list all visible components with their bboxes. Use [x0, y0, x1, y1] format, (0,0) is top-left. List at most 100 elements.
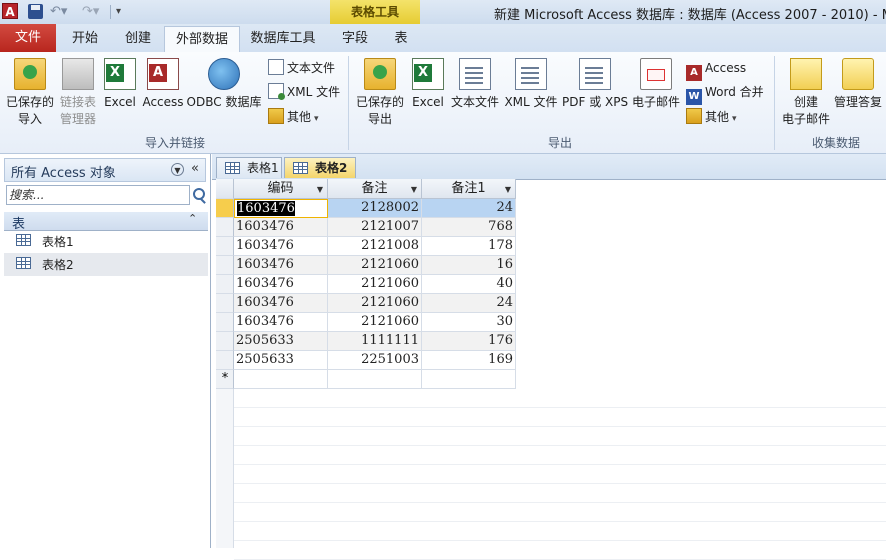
tab-table[interactable]: 表 — [386, 26, 416, 51]
collapse-pane-icon[interactable]: « — [191, 161, 199, 176]
table-cell[interactable]: 1603476 — [234, 313, 328, 332]
table-cell[interactable]: 1111111 — [328, 332, 422, 351]
export-word-merge-button[interactable]: W Word 合并 — [686, 82, 764, 105]
import-xml-file-button[interactable]: XML 文件 — [268, 82, 340, 102]
table-cell[interactable]: 16 — [422, 256, 516, 275]
create-email-button[interactable]: 创建 电子邮件 — [780, 58, 832, 128]
table-cell[interactable]: 40 — [422, 275, 516, 294]
linked-table-manager-button[interactable]: 链接表 管理器 — [56, 58, 100, 128]
chevron-down-icon[interactable]: ▼ — [317, 180, 323, 199]
table-cell[interactable]: 2251003 — [328, 351, 422, 370]
customize-qat-icon[interactable]: ▾ — [116, 3, 126, 21]
search-icon[interactable] — [190, 185, 208, 205]
text-file-icon — [459, 58, 491, 90]
export-excel-button[interactable]: Excel — [410, 58, 446, 111]
table-cell[interactable]: 1603476 — [234, 237, 328, 256]
nav-pane-header[interactable]: 所有 Access 对象 ▼ « — [4, 158, 206, 182]
table-cell[interactable]: 24 — [422, 294, 516, 313]
import-access-button[interactable]: Access — [142, 58, 184, 111]
new-record-cell[interactable] — [328, 370, 422, 389]
nav-group-header-tables[interactable]: 表 ⌃ — [4, 212, 208, 232]
export-xml-file-button[interactable]: XML 文件 — [503, 58, 559, 111]
tab-file[interactable]: 文件 — [0, 24, 56, 52]
import-more-button[interactable]: 其他 ▾ — [268, 107, 319, 127]
table-cell[interactable]: 2121060 — [328, 313, 422, 332]
table-cell[interactable]: 1603476 — [234, 256, 328, 275]
empty-grid-line — [234, 446, 886, 465]
row-selector[interactable] — [216, 294, 234, 313]
table-cell[interactable]: 24 — [422, 199, 516, 218]
document-tab-table2[interactable]: 表格2 — [284, 157, 356, 178]
table-cell[interactable]: 2121060 — [328, 256, 422, 275]
tab-home[interactable]: 开始 — [62, 26, 108, 51]
table-cell[interactable]: 2121007 — [328, 218, 422, 237]
column-header-code[interactable]: 编码 ▼ — [234, 179, 328, 199]
select-all-corner[interactable] — [216, 179, 234, 199]
column-header-remark[interactable]: 备注 ▼ — [328, 179, 422, 199]
export-access-button[interactable]: A Access — [686, 58, 746, 81]
export-more-button[interactable]: 其他 ▾ — [686, 107, 737, 127]
table-cell[interactable]: 169 — [422, 351, 516, 370]
table-cell[interactable]: 2505633 — [234, 351, 328, 370]
table-cell[interactable]: 30 — [422, 313, 516, 332]
nav-item-table1[interactable]: 表格1 — [4, 230, 208, 253]
cell-value: 768 — [488, 219, 513, 234]
table-cell[interactable]: 1603476 — [234, 218, 328, 237]
row-selector[interactable] — [216, 351, 234, 370]
empty-grid-line — [234, 427, 886, 446]
access-app-icon[interactable]: A — [2, 3, 18, 19]
export-email-button[interactable]: 电子邮件 — [630, 58, 682, 111]
column-header-remark1[interactable]: 备注1 ▼ — [422, 179, 516, 199]
import-text-file-button[interactable]: 文本文件 — [268, 58, 335, 78]
tab-database-tools[interactable]: 数据库工具 — [246, 26, 320, 51]
export-pdf-xps-label: PDF 或 XPS — [562, 95, 629, 109]
export-text-file-button[interactable]: 文本文件 — [450, 58, 500, 111]
row-selector[interactable] — [216, 218, 234, 237]
table-cell[interactable]: 2121060 — [328, 275, 422, 294]
empty-grid-line — [234, 408, 886, 427]
new-record-cell[interactable] — [422, 370, 516, 389]
table-cell[interactable]: 2121060 — [328, 294, 422, 313]
saved-imports-button[interactable]: 已保存的 导入 — [4, 58, 56, 128]
import-odbc-button[interactable]: ODBC 数据库 — [186, 58, 262, 111]
row-selector[interactable] — [216, 313, 234, 332]
table-cell[interactable]: 178 — [422, 237, 516, 256]
table-cell[interactable]: 1603476 — [234, 199, 328, 218]
manage-replies-button[interactable]: 管理答复 — [832, 58, 884, 111]
chevron-down-icon[interactable]: ▼ — [505, 180, 511, 199]
import-excel-button[interactable]: Excel — [102, 58, 138, 111]
cell-value: 1603476 — [236, 257, 294, 272]
chevron-down-icon[interactable]: ▼ — [171, 163, 184, 176]
collapse-group-icon[interactable]: ⌃ — [188, 212, 197, 225]
cell-value: 2251003 — [361, 352, 419, 367]
nav-search-input[interactable]: 搜索... — [6, 185, 190, 205]
table-cell[interactable]: 1603476 — [234, 275, 328, 294]
table-cell[interactable]: 1603476 — [234, 294, 328, 313]
saved-imports-label-2: 导入 — [17, 112, 42, 126]
save-icon[interactable] — [28, 4, 43, 19]
undo-icon[interactable]: ↶▾ — [50, 3, 72, 21]
redo-icon[interactable]: ↷▾ — [82, 3, 104, 21]
tab-external-data[interactable]: 外部数据 — [164, 26, 240, 53]
table-cell[interactable]: 2128002 — [328, 199, 422, 218]
document-tab-table1[interactable]: 表格1 — [216, 157, 282, 178]
column-header-label: 备注1 — [451, 181, 486, 196]
saved-exports-button[interactable]: 已保存的 导出 — [354, 58, 406, 128]
table-cell[interactable]: 176 — [422, 332, 516, 351]
manage-replies-icon — [842, 58, 874, 90]
chevron-down-icon[interactable]: ▼ — [411, 180, 417, 199]
row-selector[interactable] — [216, 237, 234, 256]
nav-item-table2[interactable]: 表格2 — [4, 253, 208, 276]
row-selector[interactable] — [216, 199, 234, 218]
tab-fields[interactable]: 字段 — [334, 26, 376, 51]
table-cell[interactable]: 2505633 — [234, 332, 328, 351]
new-record-selector[interactable]: * — [216, 370, 234, 389]
row-selector[interactable] — [216, 275, 234, 294]
table-cell[interactable]: 768 — [422, 218, 516, 237]
tab-create[interactable]: 创建 — [116, 26, 160, 51]
row-selector[interactable] — [216, 332, 234, 351]
new-record-cell[interactable] — [234, 370, 328, 389]
row-selector[interactable] — [216, 256, 234, 275]
table-cell[interactable]: 2121008 — [328, 237, 422, 256]
export-pdf-xps-button[interactable]: PDF 或 XPS — [562, 58, 628, 111]
